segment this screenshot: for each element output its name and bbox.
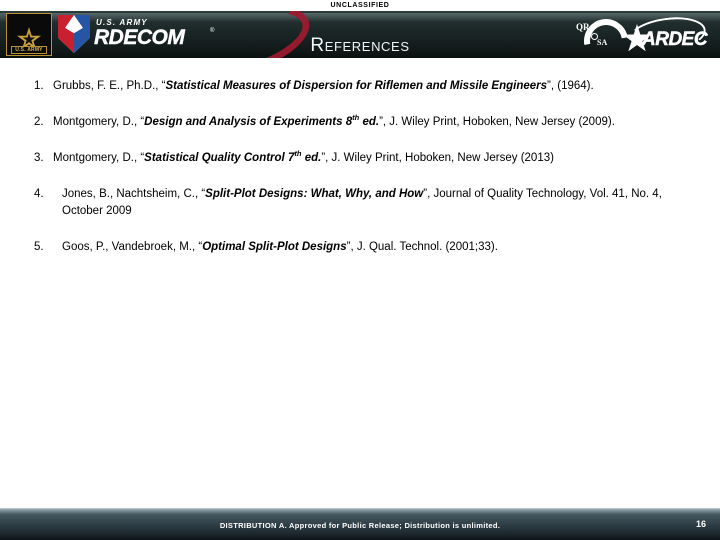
qrsa-logo-icon: QR SA [575,11,637,58]
reference-citation-text: ”, J. Wiley Print, Hoboken, New Jersey (… [321,152,554,164]
reference-number: 4. [34,188,44,200]
reference-item: 4. Jones, B., Nachtsheim, C., “Split-Plot… [34,186,690,220]
reference-citation-text: ”, J. Qual. Technol. (2001;33). [346,241,498,253]
reference-item: 5. Goos, P., Vandebroek, M., “Optimal Spl… [34,239,690,256]
reference-citation-text: ”, J. Wiley Print, Hoboken, New Jersey (… [379,116,615,128]
reference-title: ed. [301,152,322,164]
ardec-label: ARDEC [642,29,708,51]
classification-banner-top: UNCLASSIFIED [0,0,720,11]
ardec-logo: ARDEC [622,12,718,58]
reference-citation-text: Goos, P., Vandebroek, M., “ [62,241,203,253]
reference-citation-text: Jones, B., Nachtsheim, C., “ [62,188,206,200]
reference-citation-text: Montgomery, D., “ [53,152,145,164]
reference-citation-text: Montgomery, D., “ [53,116,145,128]
slide-footer-bar: DISTRIBUTION A. Approved for Public Rele… [0,508,720,540]
reference-title: ed. [359,116,380,128]
reference-title: Design and Analysis of Experiments 8 [144,116,353,128]
reference-text: Montgomery, D., “Statistical Quality Con… [53,150,690,167]
reference-text: Grubbs, F. E., Ph.D., “Statistical Measu… [53,78,690,95]
reference-title: Optimal Split-Plot Designs [202,241,347,253]
reference-number: 2. [34,116,44,128]
reference-item: 3. Montgomery, D., “Statistical Quality C… [34,150,690,167]
references-list: 1. Grubbs, F. E., Ph.D., “Statistical Mea… [34,78,690,275]
slide-content: 1. Grubbs, F. E., Ph.D., “Statistical Mea… [0,58,720,508]
reference-title: Split-Plot Designs: What, Why, and How [205,188,424,200]
reference-citation-text: Grubbs, F. E., Ph.D., “ [53,80,166,92]
reference-citation-text: ”, (1964). [547,80,594,92]
reference-number: 1. [34,80,44,92]
reference-edition-superscript: th [294,149,302,159]
slide-header-bar: U.S. ARMY U.S. ARMY RDECOM ® References … [0,11,720,58]
reference-text: Jones, B., Nachtsheim, C., “Split-Plot D… [62,186,690,220]
page-number: 16 [695,519,706,529]
qrsa-sa-label: SA [597,38,608,47]
reference-number: 5. [34,241,44,253]
distribution-statement: DISTRIBUTION A. Approved for Public Rele… [219,521,501,530]
reference-text: Montgomery, D., “Design and Analysis of … [53,114,690,131]
reference-text: Goos, P., Vandebroek, M., “Optimal Split… [62,239,690,256]
reference-title: Statistical Quality Control 7 [144,152,295,164]
qrsa-qr-label: QR [576,22,590,32]
reference-item: 2. Montgomery, D., “Design and Analysis o… [34,114,690,131]
reference-number: 3. [34,152,44,164]
reference-item: 1. Grubbs, F. E., Ph.D., “Statistical Mea… [34,78,690,95]
reference-title: Statistical Measures of Dispersion for R… [165,80,548,92]
